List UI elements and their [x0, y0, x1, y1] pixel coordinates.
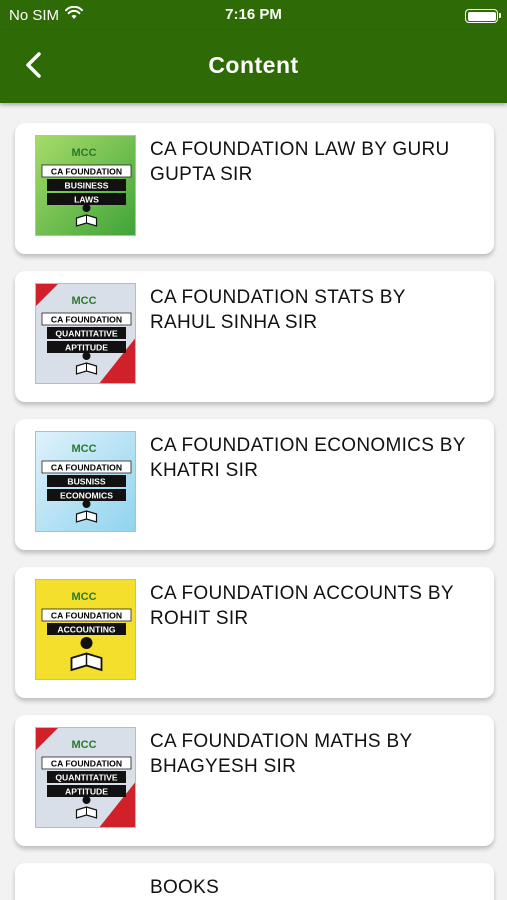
- list-item-label: CA FOUNDATION STATS BY RAHUL SINHA SIR: [150, 287, 406, 333]
- svg-text:MCC: MCC: [71, 443, 96, 455]
- list-item-label: CA FOUNDATION MATHS BY BHAGYESH SIR: [150, 731, 413, 777]
- list-item[interactable]: MCC CA FOUNDATION QUANTITATIVE APTITUDE CA …: [15, 715, 494, 846]
- list-item-label: CA FOUNDATION LAW BY GURU GUPTA SIR: [150, 139, 450, 185]
- svg-text:CA FOUNDATION: CA FOUNDATION: [51, 315, 122, 325]
- course-thumbnail: MCC CA FOUNDATION BUSNISS ECONOMICS: [35, 431, 136, 532]
- svg-text:ACCOUNTING: ACCOUNTING: [57, 625, 116, 635]
- svg-text:ECONOMICS: ECONOMICS: [60, 491, 113, 501]
- list-item-label: CA FOUNDATION ECONOMICS BY KHATRI SIR: [150, 435, 466, 481]
- svg-text:BUSINESS: BUSINESS: [65, 181, 109, 191]
- list-item[interactable]: MCC CA FOUNDATION QUANTITATIVE APTITUDE CA …: [15, 271, 494, 402]
- list-item[interactable]: MCC CA FOUNDATION BUSNISS ECONOMICS CA FOUN…: [15, 419, 494, 550]
- svg-text:CA FOUNDATION: CA FOUNDATION: [51, 463, 122, 473]
- battery-icon: [465, 9, 501, 23]
- list-item[interactable]: MCC CA FOUNDATION BUSINESS LAWS CA FOUNDATI…: [15, 123, 494, 254]
- page-title: Content: [208, 52, 299, 78]
- svg-text:QUANTITATIVE: QUANTITATIVE: [55, 329, 117, 339]
- course-thumbnail: MCC CA FOUNDATION QUANTITATIVE APTITUDE: [35, 283, 136, 384]
- list-item[interactable]: BOOKS: [15, 863, 494, 900]
- svg-text:MCC: MCC: [71, 147, 96, 159]
- list-item[interactable]: MCC CA FOUNDATION ACCOUNTING CA FOUNDATION…: [15, 567, 494, 698]
- svg-text:BUSNISS: BUSNISS: [67, 477, 105, 487]
- clock: 7:16 PM: [225, 6, 282, 23]
- svg-text:APTITUDE: APTITUDE: [65, 787, 108, 797]
- svg-text:MCC: MCC: [71, 591, 96, 603]
- svg-text:MCC: MCC: [71, 739, 96, 751]
- course-thumbnail: MCC CA FOUNDATION QUANTITATIVE APTITUDE: [35, 727, 136, 828]
- svg-text:CA FOUNDATION: CA FOUNDATION: [51, 759, 122, 769]
- list-item-label: CA FOUNDATION ACCOUNTS BY ROHIT SIR: [150, 583, 454, 629]
- svg-text:CA FOUNDATION: CA FOUNDATION: [51, 611, 122, 621]
- list-item-label: BOOKS: [150, 877, 220, 898]
- svg-text:CA FOUNDATION: CA FOUNDATION: [51, 167, 122, 177]
- course-thumbnail: MCC CA FOUNDATION BUSINESS LAWS: [35, 135, 136, 236]
- status-bar: No SIM 7:16 PM: [0, 0, 507, 30]
- svg-text:LAWS: LAWS: [74, 195, 99, 205]
- content-list: MCC CA FOUNDATION BUSINESS LAWS CA FOUNDATI…: [15, 123, 494, 900]
- course-thumbnail: MCC CA FOUNDATION ACCOUNTING: [35, 579, 136, 680]
- nav-bar: Content: [0, 30, 507, 103]
- svg-text:MCC: MCC: [71, 295, 96, 307]
- svg-text:QUANTITATIVE: QUANTITATIVE: [55, 773, 117, 783]
- svg-text:APTITUDE: APTITUDE: [65, 343, 108, 353]
